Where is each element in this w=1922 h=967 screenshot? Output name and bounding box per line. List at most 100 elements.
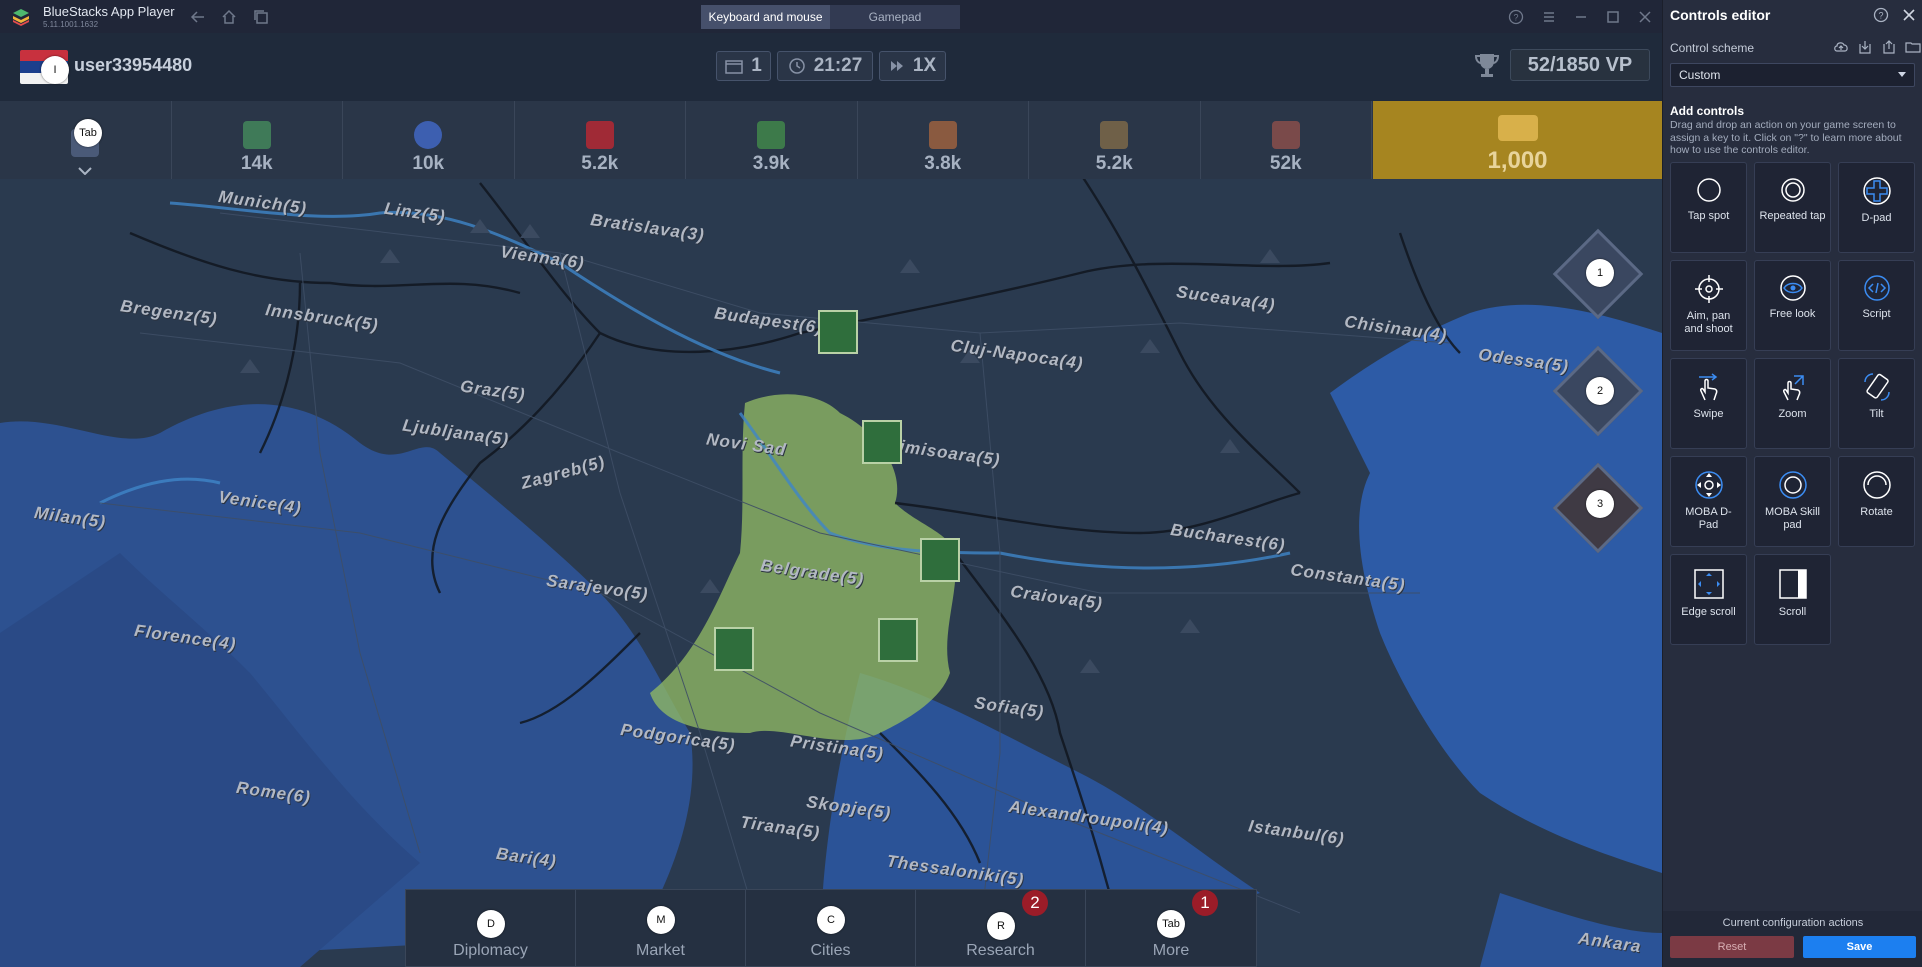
reset-button[interactable]: Reset (1670, 936, 1794, 958)
nav-key-badge[interactable]: R (987, 912, 1015, 940)
control-rotate[interactable]: Rotate (1838, 456, 1915, 547)
tab-keyboard-mouse[interactable]: Keyboard and mouse (701, 5, 830, 29)
control-moba-skill-pad[interactable]: MOBA Skill pad (1754, 456, 1831, 547)
unit-marker[interactable] (714, 627, 754, 671)
control-label: Swipe (1693, 408, 1724, 420)
control-tilt[interactable]: Tilt (1838, 358, 1915, 449)
svg-text:?: ? (1878, 11, 1883, 21)
nav-label: Market (636, 942, 685, 959)
control-repeated-tap[interactable]: Repeated tap (1754, 162, 1831, 253)
more-badge: 1 (1192, 890, 1218, 916)
side-key-badge[interactable]: 3 (1586, 490, 1614, 518)
help-icon[interactable]: ? (1873, 7, 1889, 23)
resource-value: 3.8k (924, 153, 962, 174)
unit-marker[interactable] (862, 420, 902, 464)
import-icon[interactable] (1857, 39, 1873, 55)
zoom-icon (1782, 375, 1804, 401)
panel-title: Controls editor (1670, 7, 1771, 23)
home-icon[interactable] (221, 9, 237, 25)
nav-research[interactable]: R 2 Research (916, 890, 1086, 966)
control-script[interactable]: Script (1838, 260, 1915, 351)
multi-instance-icon[interactable] (253, 9, 269, 25)
victory-points: 52/1850 VP (1510, 49, 1650, 81)
back-icon[interactable] (190, 9, 206, 25)
edge-scroll-icon (1693, 569, 1724, 599)
resource-supplies: 5.2k (515, 101, 686, 179)
control-label: Rotate (1860, 506, 1893, 518)
resource-money: 14k (172, 101, 343, 179)
control-scroll[interactable]: Scroll (1754, 554, 1831, 645)
chevron-down-icon[interactable] (78, 167, 92, 175)
gold-cell[interactable]: 1,000 (1373, 101, 1662, 179)
resource-population: 52k (1201, 101, 1372, 179)
bluestacks-logo-icon (13, 9, 29, 26)
nav-more[interactable]: Tab 1 More (1086, 890, 1256, 966)
help-icon[interactable]: ? (1508, 9, 1524, 25)
unit-marker[interactable] (920, 538, 960, 582)
moba-dpad-icon (1694, 471, 1723, 499)
resources-key-badge[interactable]: Tab (74, 119, 102, 147)
mode-tabs: Keyboard and mouse Gamepad (701, 5, 960, 29)
side-key-badge[interactable]: 1 (1586, 259, 1614, 287)
close-icon[interactable] (1637, 9, 1653, 25)
control-tap-spot[interactable]: Tap spot (1670, 162, 1747, 253)
close-icon[interactable] (1901, 7, 1917, 23)
turn-counter: 1 (716, 51, 771, 81)
cloud-upload-icon[interactable] (1833, 39, 1849, 55)
nav-cities[interactable]: C Cities (746, 890, 916, 966)
maximize-icon[interactable] (1605, 9, 1621, 25)
nav-key-badge[interactable]: D (477, 910, 505, 938)
nav-label: Cities (810, 942, 851, 959)
nav-key-badge[interactable]: C (817, 906, 845, 934)
control-label: Tilt (1869, 408, 1884, 420)
control-aim-pan-shoot[interactable]: Aim, pan and shoot (1670, 260, 1747, 351)
unit-marker[interactable] (878, 618, 918, 662)
turn-value: 1 (751, 55, 762, 76)
population-icon (1271, 121, 1300, 149)
username: user33954480 (74, 55, 193, 75)
control-edge-scroll[interactable]: Edge scroll (1670, 554, 1747, 645)
unit-marker[interactable] (818, 310, 858, 354)
export-icon[interactable] (1881, 39, 1897, 55)
control-label: Zoom (1778, 408, 1807, 420)
nav-market[interactable]: M Market (576, 890, 746, 966)
minimize-icon[interactable] (1573, 9, 1589, 25)
control-label: Free look (1769, 308, 1816, 320)
tap-spot-icon (1696, 178, 1721, 202)
chevron-down-icon (1898, 72, 1906, 77)
eye-icon (1779, 275, 1806, 301)
money-icon (242, 121, 271, 149)
control-dpad[interactable]: D-pad (1838, 162, 1915, 253)
game-speed[interactable]: 1X (879, 51, 946, 81)
folder-icon[interactable] (1905, 39, 1921, 55)
rotate-icon (1862, 471, 1891, 499)
control-label: Tap spot (1687, 210, 1730, 222)
nav-diplomacy[interactable]: D Diplomacy (406, 890, 576, 966)
resources-toggle[interactable]: Tab (0, 101, 172, 179)
username-key-badge[interactable]: I (41, 56, 69, 84)
crosshair-icon (1694, 275, 1723, 303)
control-label: MOBA D-Pad (1685, 506, 1732, 531)
control-label: Aim, pan and shoot (1684, 310, 1733, 335)
scheme-select[interactable]: Custom (1670, 63, 1915, 87)
nav-key-badge[interactable]: Tab (1157, 910, 1185, 938)
control-zoom[interactable]: Zoom (1754, 358, 1831, 449)
resource-value: 5.2k (581, 153, 619, 174)
tab-gamepad[interactable]: Gamepad (830, 5, 960, 29)
config-title: Current configuration actions (1722, 917, 1864, 929)
nav-key-badge[interactable]: M (647, 906, 675, 934)
nav-label: Diplomacy (453, 942, 528, 959)
control-free-look[interactable]: Free look (1754, 260, 1831, 351)
control-moba-dpad[interactable]: MOBA D-Pad (1670, 456, 1747, 547)
side-key-badge[interactable]: 2 (1586, 377, 1614, 405)
save-button[interactable]: Save (1803, 936, 1916, 958)
game-viewport[interactable]: I user33954480 1 21:27 1X 52/1850 VP Tab… (0, 33, 1662, 967)
menu-icon[interactable] (1541, 9, 1557, 25)
control-swipe[interactable]: Swipe (1670, 358, 1747, 449)
fuel-icon (757, 121, 786, 149)
bottom-nav: D Diplomacy M Market C Cities R 2 Resear… (405, 889, 1257, 967)
supplies-icon (585, 121, 614, 149)
add-controls-description: Drag and drop an action on your game scr… (1670, 119, 1902, 157)
gold-value: 1,000 (1487, 147, 1548, 174)
research-badge: 2 (1022, 890, 1048, 916)
